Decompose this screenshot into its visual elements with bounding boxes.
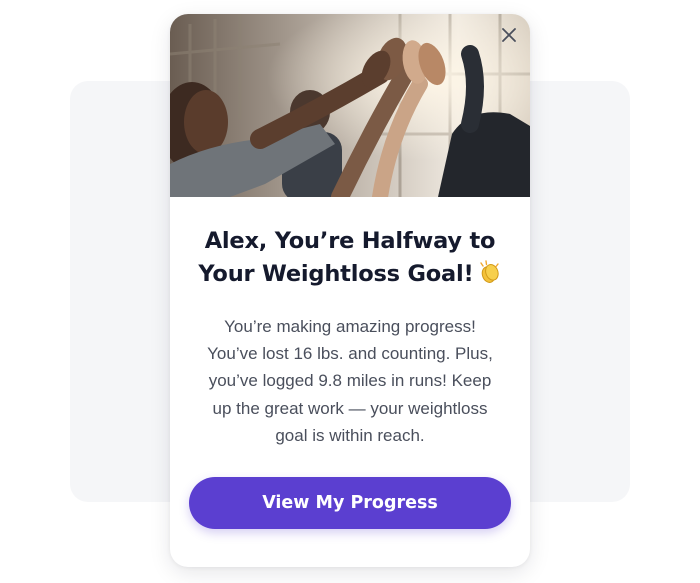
hero-image xyxy=(170,14,530,197)
modal-body-text: You’re making amazing progress! You’ve l… xyxy=(188,313,512,449)
close-button[interactable] xyxy=(496,22,522,48)
page: Alex, You’re Halfway to Your Weightloss … xyxy=(0,0,700,583)
modal-heading: Alex, You’re Halfway to Your Weightloss … xyxy=(182,225,518,291)
clapping-hands-icon xyxy=(479,260,499,283)
heading-line-1: Alex, You’re Halfway to xyxy=(204,228,496,254)
close-icon xyxy=(502,28,516,42)
goal-progress-modal: Alex, You’re Halfway to Your Weightloss … xyxy=(170,14,530,567)
body-line-1: You’re making amazing progress! xyxy=(224,317,476,336)
hero-photo-illustration xyxy=(170,14,530,197)
heading-line-2: Your Weightloss Goal! xyxy=(182,258,518,291)
view-progress-button[interactable]: View My Progress xyxy=(189,477,511,529)
body-line-3: you’ve logged 9.8 miles in runs! Keep xyxy=(208,371,492,391)
body-line-4: up the great work — your weightloss xyxy=(212,398,488,418)
body-line-2: You’ve lost 16 lbs. and counting. Plus, xyxy=(207,344,493,364)
body-line-5: goal is within reach. xyxy=(275,425,425,445)
heading-line-2-text: Your Weightloss Goal! xyxy=(198,261,474,287)
